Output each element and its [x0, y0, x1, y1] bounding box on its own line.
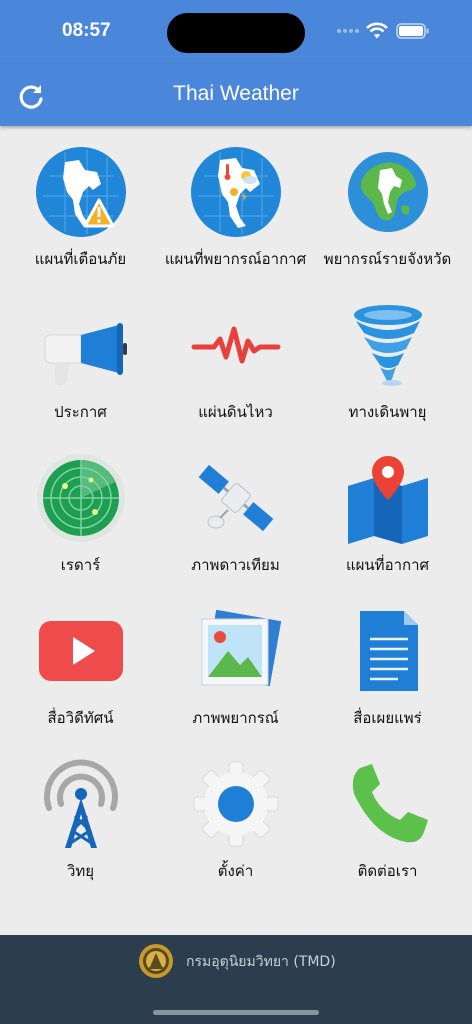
menu-item-warning-map[interactable]: แผนที่เตือนภัย — [2, 126, 159, 276]
menu-item-weather-map[interactable]: แผนที่อากาศ — [309, 432, 466, 582]
tmd-logo-icon — [139, 944, 173, 978]
forecast-map-icon — [191, 147, 281, 237]
wifi-icon — [366, 22, 388, 39]
menu-item-forecast-map[interactable]: แผนที่พยากรณ์อากาศ — [157, 126, 314, 276]
menu-label: สื่อวิดีทัศน์ — [47, 709, 114, 727]
menu-label: แผ่นดินไหว — [198, 403, 273, 421]
document-icon — [360, 611, 418, 691]
picture-icon — [201, 609, 282, 687]
app-title: Thai Weather — [173, 82, 299, 105]
map-pin-icon — [348, 456, 428, 544]
menu-item-storm-track[interactable]: ทางเดินพายุ — [309, 279, 466, 429]
menu-label: แผนที่เตือนภัย — [34, 250, 127, 268]
menu-label: ภาพดาวเทียม — [191, 556, 280, 574]
menu-label: ภาพพยากรณ์ — [192, 709, 279, 727]
menu-label: ติดต่อเรา — [357, 862, 418, 880]
tornado-icon — [354, 305, 422, 386]
menu-label: ตั้งค่า — [217, 862, 254, 880]
phone-icon — [352, 764, 428, 843]
video-play-icon — [39, 621, 123, 681]
menu-label: แผนที่อากาศ — [345, 556, 430, 574]
menu-label: ทางเดินพายุ — [348, 403, 427, 421]
menu-label: พยากรณ์รายจังหวัด — [323, 250, 452, 268]
menu-item-publications[interactable]: สื่อเผยแพร่ — [309, 585, 466, 735]
menu-item-earthquake[interactable]: แผ่นดินไหว — [157, 279, 314, 429]
status-bar: 08:57 — [0, 0, 472, 64]
signal-icon — [337, 29, 359, 33]
menu-label: แผนที่พยากรณ์อากาศ — [164, 250, 307, 268]
app-bar: Thai Weather — [0, 64, 472, 126]
battery-icon — [396, 23, 429, 39]
menu-item-settings[interactable]: ตั้งค่า — [157, 738, 314, 888]
warning-map-icon — [36, 147, 126, 237]
globe-icon — [348, 152, 428, 232]
menu-item-announcement[interactable]: ประกาศ — [2, 279, 159, 429]
radar-icon — [37, 454, 125, 542]
gear-icon — [193, 761, 279, 847]
footer-text: กรมอุตุนิยมวิทยา (TMD) — [186, 954, 336, 970]
menu-label: วิทยุ — [66, 862, 95, 880]
menu-item-forecast-image[interactable]: ภาพพยากรณ์ — [157, 585, 314, 735]
dynamic-island — [167, 13, 305, 53]
menu-label: เรดาร์ — [60, 556, 101, 574]
footer: กรมอุตุนิยมวิทยา (TMD) — [0, 935, 472, 1024]
megaphone-icon — [44, 323, 127, 385]
status-time: 08:57 — [62, 20, 111, 41]
menu-item-radar[interactable]: เรดาร์ — [2, 432, 159, 582]
menu-item-satellite-image[interactable]: ภาพดาวเทียม — [157, 432, 314, 582]
menu-item-video[interactable]: สื่อวิดีทัศน์ — [2, 585, 159, 735]
menu-item-province-forecast[interactable]: พยากรณ์รายจังหวัด — [309, 126, 466, 276]
menu-label: สื่อเผยแพร่ — [353, 709, 422, 727]
menu-item-contact[interactable]: ติดต่อเรา — [309, 738, 466, 888]
menu-label: ประกาศ — [54, 403, 107, 421]
radio-tower-icon — [44, 759, 118, 848]
earthquake-icon — [191, 326, 281, 364]
satellite-icon — [198, 464, 274, 532]
home-indicator[interactable] — [153, 1010, 319, 1015]
menu-item-radio[interactable]: วิทยุ — [2, 738, 159, 888]
